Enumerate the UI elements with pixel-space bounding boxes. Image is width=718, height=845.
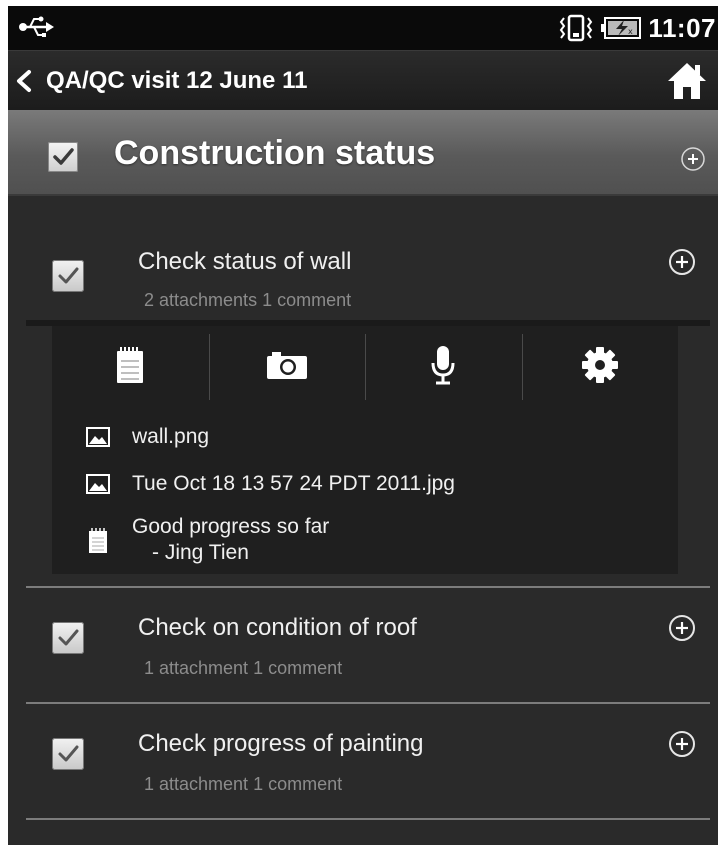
item-title: Check status of wall — [138, 248, 352, 275]
item-meta: 2 attachments 1 comment — [144, 290, 352, 310]
add-circle-icon[interactable] — [668, 248, 696, 276]
list-divider — [26, 702, 710, 704]
clock: 11:07 — [648, 12, 716, 43]
status-icons: x 11:07 — [558, 6, 716, 50]
item-title: Check progress of painting — [138, 730, 424, 757]
notepad-icon — [89, 528, 107, 553]
image-icon — [86, 427, 110, 447]
checkmark-icon — [53, 148, 74, 165]
comment-body: Good progress so far — [132, 515, 330, 538]
attachment-name: wall.png — [132, 425, 210, 448]
attachment-name: Tue Oct 18 13 57 24 PDT 2011.jpg — [132, 472, 455, 495]
microphone-icon — [431, 346, 455, 385]
add-circle-icon[interactable] — [680, 146, 706, 172]
app-screen: x 11:07 QA/QC visit 12 June 11 Construct… — [8, 6, 718, 845]
attachment-item[interactable]: Tue Oct 18 13 57 24 PDT 2011.jpg — [86, 471, 455, 497]
visit-title: QA/QC visit 12 June 11 — [46, 67, 308, 94]
status-bar: x 11:07 — [8, 6, 718, 50]
section-title: Construction status — [114, 134, 436, 172]
vibrate-icon — [560, 14, 593, 42]
home-icon[interactable] — [666, 61, 708, 101]
back-button[interactable]: QA/QC visit 12 June 11 — [8, 51, 307, 111]
svg-text:x: x — [628, 27, 633, 36]
gear-icon — [581, 347, 618, 383]
battery-charging-icon: x — [601, 17, 642, 39]
add-circle-icon[interactable] — [668, 614, 696, 642]
item-checkbox[interactable] — [52, 622, 84, 654]
comment-author: - Jing Tien — [152, 541, 249, 564]
item-checkbox[interactable] — [52, 260, 84, 292]
record-audio-button[interactable] — [365, 326, 522, 404]
back-chevron-icon — [17, 70, 31, 92]
comment-item[interactable]: Good progress so far - Jing Tien — [86, 514, 329, 566]
settings-button[interactable] — [521, 326, 679, 404]
item-title: Check on condition of roof — [138, 614, 417, 641]
take-photo-button[interactable] — [208, 326, 366, 404]
image-icon — [86, 474, 110, 494]
attachment-toolbar — [52, 326, 678, 404]
list-divider — [26, 818, 710, 820]
list-divider — [26, 586, 710, 588]
attachments-panel: wall.png Tue Oct 18 13 57 24 PDT 2011.jp… — [52, 326, 678, 574]
notepad-icon — [117, 347, 144, 383]
add-circle-icon[interactable] — [668, 730, 696, 758]
item-meta: 1 attachment 1 comment — [144, 658, 343, 678]
camera-icon — [266, 352, 307, 379]
section-header: Construction status — [8, 110, 718, 196]
item-checkbox[interactable] — [52, 738, 84, 770]
section-checkbox[interactable] — [48, 142, 78, 172]
usb-icon — [19, 16, 54, 37]
checkmark-icon — [58, 267, 79, 284]
add-note-button[interactable] — [52, 326, 209, 404]
checkmark-icon — [58, 745, 79, 762]
attachment-item[interactable]: wall.png — [86, 424, 209, 450]
checkmark-icon — [58, 629, 79, 646]
action-bar: QA/QC visit 12 June 11 — [8, 50, 718, 110]
comment-text: Good progress so far - Jing Tien — [132, 514, 329, 566]
item-meta: 1 attachment 1 comment — [144, 774, 343, 794]
